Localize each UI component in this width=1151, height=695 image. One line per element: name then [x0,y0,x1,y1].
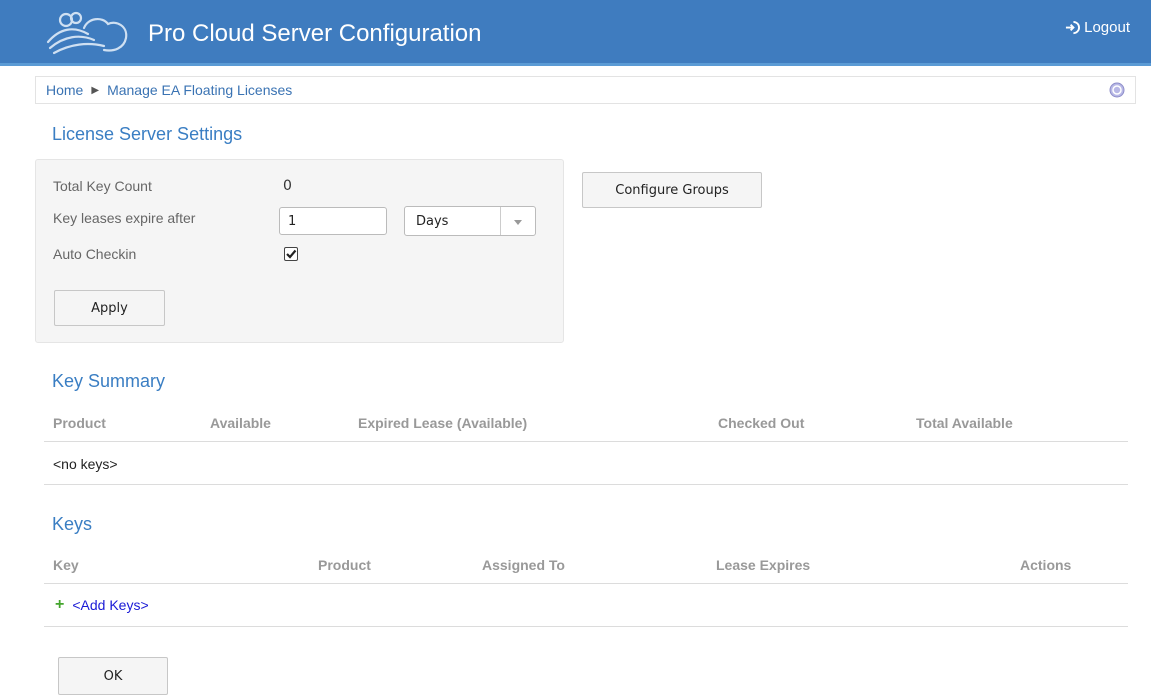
keys-col-assigned-to: Assigned To [482,557,565,573]
lease-unit-value: Days [416,214,449,229]
total-key-count-value: 0 [283,178,292,194]
keys-title: Keys [52,514,93,534]
total-key-count-label: Total Key Count [53,178,152,194]
keys-col-product: Product [318,557,371,573]
key-summary-col-total-available: Total Available [916,415,1013,431]
logout-icon [1066,20,1081,35]
key-summary-title: Key Summary [52,371,166,391]
add-keys-label: <Add Keys> [72,597,149,613]
lease-expire-label: Key leases expire after [53,210,196,226]
add-keys-link[interactable]: + <Add Keys> [55,596,149,614]
chevron-down-icon [514,220,522,225]
breadcrumb-home-link[interactable]: Home [46,82,83,98]
cloud-logo-icon [46,11,128,55]
app-title: Pro Cloud Server Configuration [148,20,482,47]
logout-label: Logout [1084,19,1130,36]
key-summary-col-checked-out: Checked Out [718,415,805,431]
divider [44,484,1128,485]
keys-table: Key Product Assigned To Lease Expires Ac… [44,557,1128,629]
license-settings-title: License Server Settings [52,124,243,144]
help-icon[interactable] [1109,82,1125,98]
keys-col-key: Key [53,557,79,573]
divider [44,626,1128,627]
breadcrumb-separator-icon: ▶ [91,84,100,96]
keys-col-actions: Actions [1020,557,1072,573]
apply-button[interactable]: Apply [54,290,165,326]
lease-duration-input[interactable] [279,207,387,235]
divider [44,583,1128,584]
lease-unit-select[interactable]: Days [404,206,536,236]
key-summary-col-product: Product [53,415,106,431]
select-divider [500,207,501,235]
logout-button[interactable]: Logout [1065,19,1130,36]
license-settings-panel: Total Key Count 0 Key leases expire afte… [35,159,564,343]
key-summary-col-available: Available [210,415,271,431]
divider [44,441,1128,442]
key-summary-empty-row: <no keys> [53,456,118,472]
key-summary-table: Product Available Expired Lease (Availab… [44,415,1128,487]
plus-icon: + [55,596,65,613]
breadcrumb: Home ▶ Manage EA Floating Licenses [35,76,1136,104]
ok-button[interactable]: OK [58,657,168,695]
key-summary-col-expired-lease: Expired Lease (Available) [358,415,528,431]
auto-checkin-label: Auto Checkin [53,246,137,262]
auto-checkin-checkbox[interactable] [284,247,298,261]
breadcrumb-current-link[interactable]: Manage EA Floating Licenses [107,82,292,98]
app-header: Pro Cloud Server Configuration Logout [0,0,1151,66]
configure-groups-button[interactable]: Configure Groups [582,172,762,208]
keys-col-lease-expires: Lease Expires [716,557,811,573]
checkmark-icon [286,249,297,259]
